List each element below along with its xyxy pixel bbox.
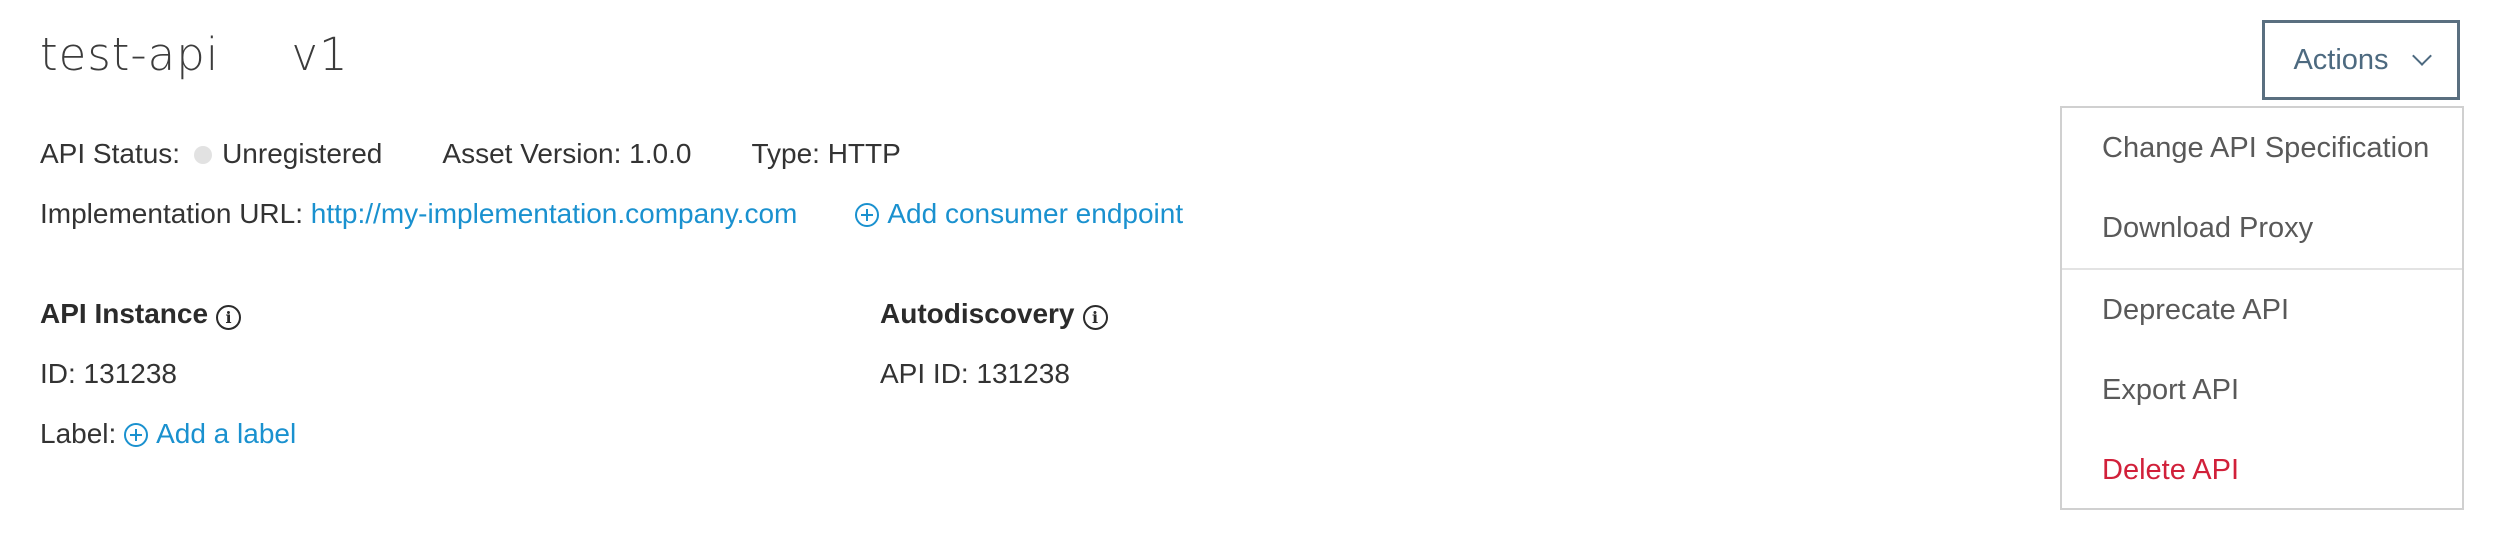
implementation-row: Implementation URL: http://my-implementa… <box>40 198 1183 230</box>
actions-dropdown-menu: Change API Specification Download Proxy … <box>2060 106 2464 510</box>
actions-button-label: Actions <box>2293 43 2389 76</box>
api-version: v1 <box>291 28 349 81</box>
autodiscovery-api-id: API ID: 131238 <box>880 358 1070 389</box>
api-instance-heading: API Instance i <box>40 298 242 330</box>
info-icon[interactable]: i <box>1082 305 1108 330</box>
info-icon[interactable]: i <box>216 305 242 330</box>
implementation-url-label: Implementation URL: <box>40 198 304 229</box>
autodiscovery-heading-text: Autodiscovery <box>880 298 1075 329</box>
api-instance-id: ID: 131238 <box>40 358 177 389</box>
plus-circle-icon <box>855 203 880 227</box>
actions-button[interactable]: Actions <box>2262 20 2460 100</box>
api-status-label: API Status: <box>40 138 181 169</box>
chevron-down-icon <box>2411 46 2432 66</box>
autodiscovery-heading: Autodiscovery i <box>880 298 1108 330</box>
add-label-text: Add a label <box>156 418 297 449</box>
asset-version: Asset Version: 1.0.0 <box>442 138 692 169</box>
add-consumer-endpoint-label: Add consumer endpoint <box>887 198 1184 229</box>
menu-item-delete-api[interactable]: Delete API <box>2062 430 2462 510</box>
label-row: Label: Add a label <box>40 418 296 450</box>
add-consumer-endpoint-button[interactable]: Add consumer endpoint <box>855 198 1183 229</box>
api-status-value: Unregistered <box>222 138 383 169</box>
add-label-button[interactable]: Add a label <box>124 418 296 449</box>
menu-item-deprecate-api[interactable]: Deprecate API <box>2062 270 2462 350</box>
menu-item-export-api[interactable]: Export API <box>2062 350 2462 430</box>
api-name: test-api <box>40 28 220 81</box>
plus-circle-icon <box>124 423 149 447</box>
label-label: Label: <box>40 418 117 449</box>
status-row: API Status: Unregistered Asset Version: 1.… <box>40 138 901 170</box>
menu-item-change-api-specification[interactable]: Change API Specification <box>2062 108 2462 188</box>
menu-item-download-proxy[interactable]: Download Proxy <box>2062 188 2462 268</box>
api-type: Type: HTTP <box>751 138 901 169</box>
status-dot-icon <box>194 146 213 164</box>
implementation-url-link[interactable]: http://my-implementation.company.com <box>311 198 798 229</box>
page-title: test-api v1 <box>40 28 349 81</box>
api-instance-heading-text: API Instance <box>40 298 209 329</box>
